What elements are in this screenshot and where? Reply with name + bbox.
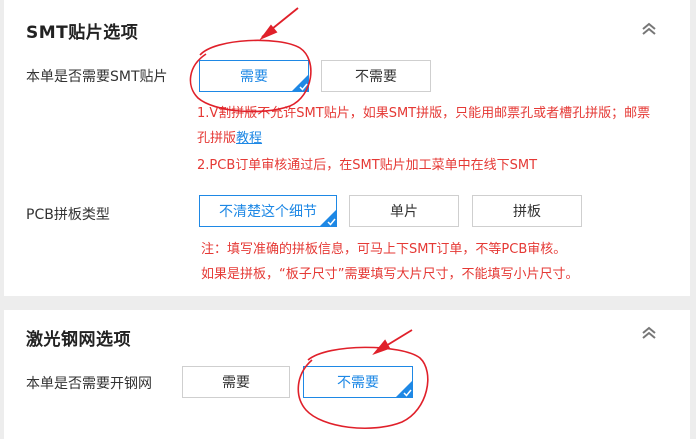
stencil-need-yes-option[interactable]: 需要 [182, 366, 290, 398]
tutorial-link[interactable]: 教程 [236, 131, 262, 146]
stencil-section-title: 激光钢网选项 [26, 330, 131, 350]
smt-need-no-label: 不需要 [355, 69, 397, 85]
panel-type-single-option[interactable]: 单片 [349, 195, 459, 227]
stencil-options-panel: 激光钢网选项 本单是否需要开钢网 需要 不需要 [4, 310, 690, 439]
panel-type-panelized-label: 拼板 [513, 204, 541, 220]
smt-need-no-option[interactable]: 不需要 [321, 60, 431, 92]
smt-note-1-cont-text: 孔拼版 [197, 131, 237, 146]
collapse-stencil-button[interactable] [640, 324, 658, 342]
smt-note-1-cont: 孔拼版教程 [197, 127, 262, 146]
smt-need-yes-label: 需要 [240, 69, 268, 85]
panel-type-unsure-option[interactable]: 不清楚这个细节 [199, 195, 337, 227]
panel-note-2: 如果是拼板，“板子尺寸”需要填写大片尺寸，不能填写小片尺寸。 [201, 267, 579, 282]
pcb-panel-type-label: PCB拼板类型 [26, 207, 110, 223]
panel-note-1: 注：填写准确的拼板信息，可马上下SMT订单，不等PCB审核。 [201, 242, 567, 257]
smt-note-2: 2.PCB订单审核通过后，在SMT贴片加工菜单中在线下SMT [197, 158, 538, 173]
corner-check-icon [319, 209, 337, 227]
stencil-need-no-label: 不需要 [337, 375, 379, 391]
panel-type-panelized-option[interactable]: 拼板 [472, 195, 582, 227]
stencil-need-yes-label: 需要 [222, 375, 250, 391]
collapse-smt-button[interactable] [640, 20, 658, 38]
double-chevron-up-icon [642, 22, 656, 35]
smt-options-panel: SMT贴片选项 本单是否需要SMT贴片 需要 不需要 1.V割拼版不允许SMT贴… [4, 0, 690, 296]
double-chevron-up-icon [642, 326, 656, 339]
corner-check-icon [395, 380, 413, 398]
smt-note-1: 1.V割拼版不允许SMT贴片，如果SMT拼版，只能用邮票孔或者槽孔拼版；邮票 [197, 106, 651, 121]
smt-need-label: 本单是否需要SMT贴片 [26, 69, 168, 85]
smt-section-title: SMT贴片选项 [26, 23, 139, 43]
panel-type-unsure-label: 不清楚这个细节 [219, 204, 317, 220]
stencil-need-label: 本单是否需要开钢网 [26, 376, 152, 392]
corner-check-icon [291, 74, 309, 92]
panel-type-single-label: 单片 [390, 204, 418, 220]
smt-need-yes-option[interactable]: 需要 [199, 60, 309, 92]
stencil-need-no-option[interactable]: 不需要 [303, 366, 413, 398]
